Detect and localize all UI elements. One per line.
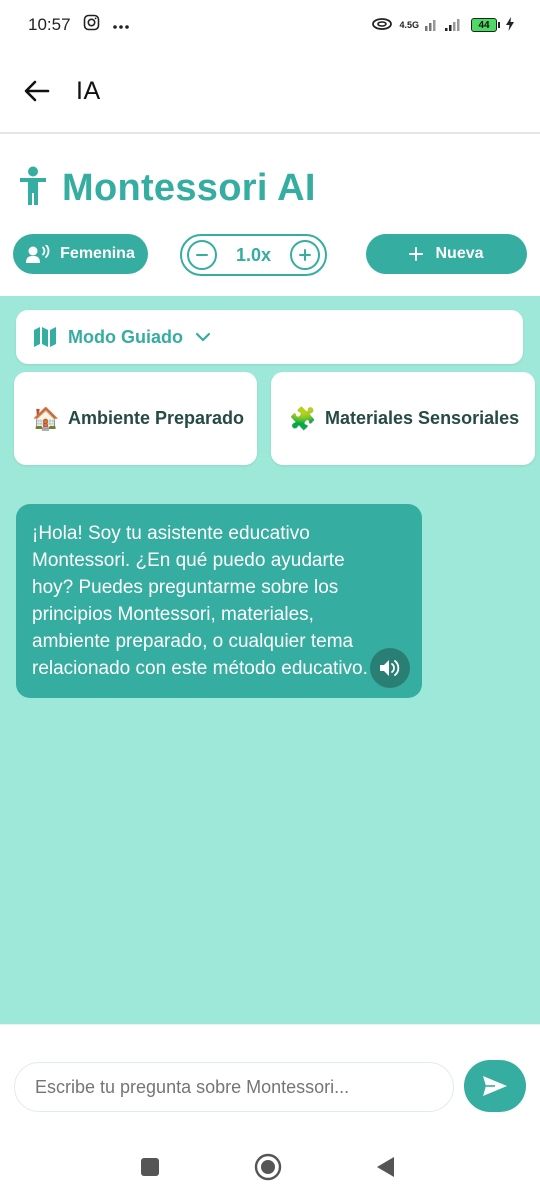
- back-button[interactable]: [22, 76, 52, 106]
- composer: [0, 1024, 540, 1140]
- topic-label: Materiales Sensoriales: [325, 408, 520, 428]
- chat-header: Montessori AI Femenina 1.0x Nueva: [0, 134, 540, 296]
- house-icon: 🏠: [32, 405, 60, 431]
- page-title: IA: [76, 76, 101, 105]
- voice-button[interactable]: Femenina: [13, 234, 148, 274]
- network-type: 4.5G: [399, 20, 419, 30]
- recents-button[interactable]: [135, 1152, 165, 1182]
- charging-icon: [506, 16, 514, 34]
- topic-card-materiales-sensoriales[interactable]: 🧩 Materiales Sensoriales: [271, 372, 535, 465]
- mode-dropdown[interactable]: Modo Guiado: [16, 310, 523, 364]
- status-bar: 10:57 4.5G 44: [0, 0, 540, 50]
- status-time: 10:57: [28, 15, 71, 34]
- voice-label: Femenina: [60, 245, 135, 262]
- arrow-left-icon: [24, 80, 50, 102]
- instagram-icon: [83, 14, 100, 36]
- child-icon: [18, 166, 48, 211]
- assistant-message: ¡Hola! Soy tu asistente educativo Montes…: [16, 504, 422, 698]
- brand: Montessori AI: [18, 166, 316, 211]
- increase-speed-button[interactable]: [289, 240, 320, 270]
- send-button[interactable]: [464, 1060, 526, 1112]
- question-input[interactable]: [14, 1062, 454, 1112]
- mode-label: Modo Guiado: [68, 326, 183, 347]
- chat-controls: Femenina 1.0x Nueva: [13, 234, 527, 276]
- signal-icon: [425, 17, 465, 34]
- chevron-down-icon: [195, 332, 211, 342]
- square-icon: [141, 1158, 159, 1176]
- new-chat-button[interactable]: Nueva: [366, 234, 527, 274]
- link-icon: [371, 16, 393, 35]
- plus-icon: [298, 249, 311, 261]
- send-icon: [483, 1076, 507, 1096]
- brand-name: Montessori AI: [62, 167, 316, 209]
- speed-control: 1.0x: [180, 234, 327, 276]
- home-button[interactable]: [253, 1152, 283, 1182]
- message-text: ¡Hola! Soy tu asistente educativo Montes…: [32, 523, 368, 679]
- battery-icon: 44: [471, 18, 500, 32]
- more-notifications-icon: [112, 15, 130, 35]
- home-circle-icon: [254, 1153, 282, 1181]
- app-bar: IA: [0, 50, 540, 134]
- system-nav-bar: [0, 1140, 540, 1200]
- decrease-speed-button[interactable]: [187, 240, 217, 270]
- speaker-icon: [380, 660, 400, 676]
- triangle-back-icon: [377, 1157, 394, 1177]
- puzzle-icon: 🧩: [289, 405, 317, 431]
- chat-area: Modo Guiado 🏠 Ambiente Preparado 🧩 Mater…: [0, 296, 540, 1024]
- topic-label: Ambiente Preparado: [68, 408, 245, 428]
- topic-card-ambiente-preparado[interactable]: 🏠 Ambiente Preparado: [14, 372, 257, 465]
- play-audio-button[interactable]: [370, 648, 410, 688]
- plus-icon: [409, 247, 424, 261]
- speed-value: 1.0x: [235, 244, 272, 265]
- voice-icon: [26, 245, 50, 263]
- new-chat-label: Nueva: [435, 245, 484, 262]
- back-nav-button[interactable]: [370, 1152, 400, 1182]
- map-icon: [34, 327, 56, 347]
- minus-icon: [196, 254, 208, 256]
